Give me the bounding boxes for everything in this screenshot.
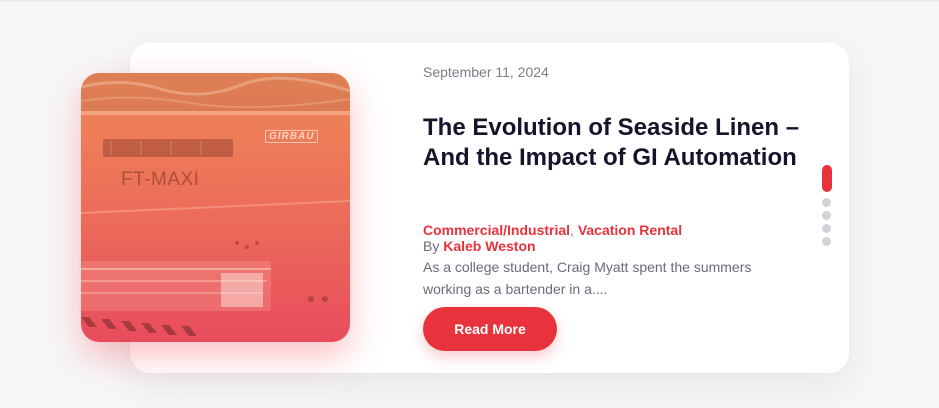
post-categories: Commercial/Industrial, Vacation Rental bbox=[423, 222, 682, 238]
slider-dot-5[interactable] bbox=[822, 237, 831, 246]
post-excerpt: As a college student, Craig Myatt spent … bbox=[423, 259, 752, 297]
slider-dot-2[interactable] bbox=[822, 198, 831, 207]
author-link[interactable]: Kaleb Weston bbox=[443, 238, 535, 254]
machine-illustration bbox=[81, 73, 350, 336]
slider-dot-3[interactable] bbox=[822, 211, 831, 220]
slider-dot-4[interactable] bbox=[822, 224, 831, 233]
machine-brand-label: GIRBAU bbox=[265, 130, 319, 143]
top-divider bbox=[0, 0, 939, 3]
byline-label: By bbox=[423, 238, 440, 254]
category-separator: , bbox=[570, 222, 578, 238]
slider-dot-1[interactable] bbox=[821, 165, 832, 192]
post-byline: By Kaleb Weston bbox=[423, 238, 536, 254]
post-title[interactable]: The Evolution of Seaside Linen – And the… bbox=[423, 113, 813, 173]
slider-pagination bbox=[821, 165, 832, 246]
post-thumbnail[interactable]: FT-MAXI GIRBAU bbox=[81, 73, 350, 342]
category-link-vacation-rental[interactable]: Vacation Rental bbox=[578, 222, 682, 238]
machine-model-label: FT-MAXI bbox=[121, 169, 200, 190]
category-link-commercial[interactable]: Commercial/Industrial bbox=[423, 222, 570, 238]
read-more-button[interactable]: Read More bbox=[423, 307, 557, 351]
post-date: September 11, 2024 bbox=[423, 64, 549, 80]
